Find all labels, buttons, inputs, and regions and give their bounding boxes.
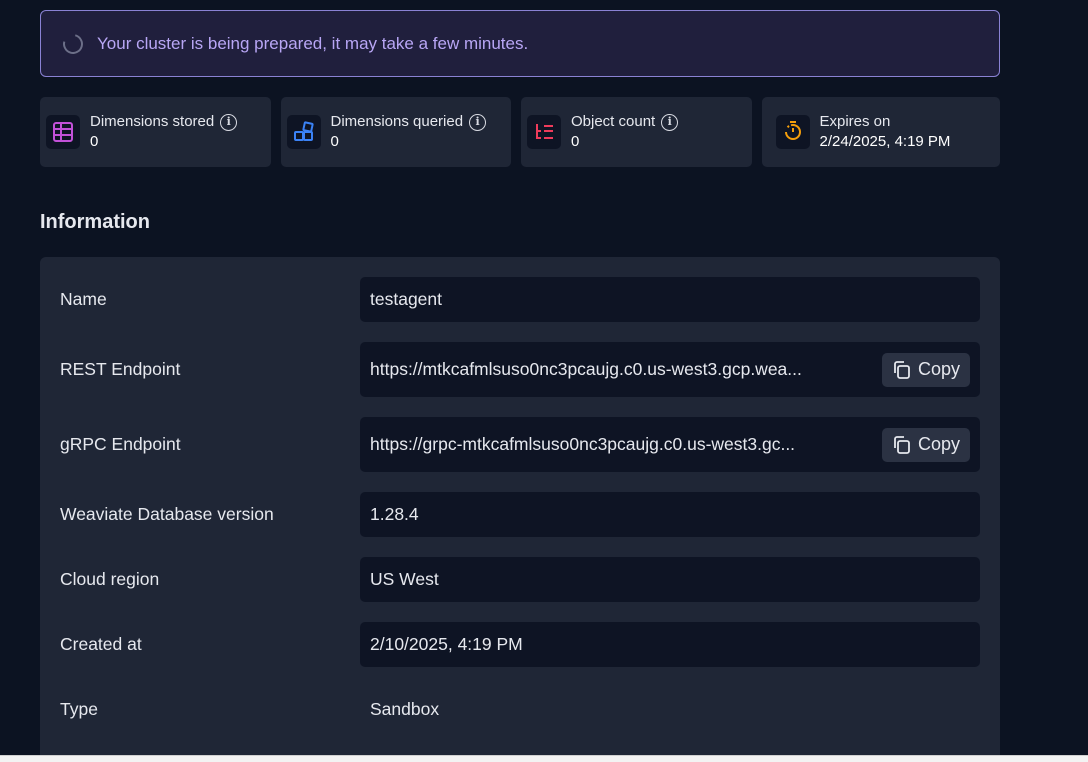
copy-grpc-endpoint-button[interactable]: Copy (881, 427, 970, 462)
stat-label: Expires on (819, 113, 891, 130)
value-text: testagent (370, 289, 442, 309)
row-value: https://grpc-mtkcafmlsuso0nc3pcaujg.c0.u… (360, 417, 980, 472)
row-value: US West (360, 557, 980, 602)
info-row-name: Name testagent (40, 277, 1000, 322)
copy-rest-endpoint-button[interactable]: Copy (881, 352, 970, 387)
stat-dimensions-queried: Dimensions queried i 0 (280, 97, 511, 167)
row-label: Created at (60, 634, 142, 654)
row-label: REST Endpoint (60, 359, 181, 379)
value-text: https://grpc-mtkcafmlsuso0nc3pcaujg.c0.u… (370, 434, 796, 454)
row-label: Name (60, 289, 107, 309)
row-label: Type (60, 699, 98, 719)
row-label: Cloud region (60, 569, 160, 589)
copy-label: Copy (917, 359, 960, 379)
row-value: testagent (360, 277, 980, 322)
information-panel: Name testagent REST Endpoint https://mtk… (40, 257, 1000, 762)
stat-value: 0 (90, 133, 99, 150)
info-row-database-version: Weaviate Database version 1.28.4 (40, 492, 1000, 537)
stat-dimensions-stored: Dimensions stored i 0 (40, 97, 271, 167)
spinner-icon (59, 29, 87, 58)
value-text: https://mtkcafmlsuso0nc3pcaujg.c0.us-wes… (370, 359, 802, 379)
blocks-icon (286, 115, 321, 149)
row-value: Sandbox (360, 687, 980, 732)
info-row-created-at: Created at 2/10/2025, 4:19 PM (40, 622, 1000, 667)
banner-message: Your cluster is being prepared, it may t… (97, 33, 529, 53)
copy-label: Copy (917, 434, 960, 454)
copy-icon (894, 435, 910, 454)
info-icon[interactable]: i (661, 113, 679, 131)
value-text: US West (370, 569, 439, 589)
value-text: 1.28.4 (370, 504, 419, 524)
stat-expires-on: Expires on 2/24/2025, 4:19 PM (761, 97, 1000, 167)
row-label: gRPC Endpoint (60, 434, 181, 454)
stat-label: Dimensions stored (90, 113, 215, 130)
row-label: Weaviate Database version (60, 504, 274, 524)
stats-row: Dimensions stored i 0 Dimensions queried i… (40, 97, 1000, 167)
info-row-type: Type Sandbox (40, 687, 1000, 732)
stat-value: 2/24/2025, 4:19 PM (819, 133, 951, 150)
grid-table-icon (46, 115, 80, 149)
row-value: 1.28.4 (360, 492, 980, 537)
cluster-status-banner: Your cluster is being prepared, it may t… (40, 10, 1000, 77)
info-icon[interactable]: i (469, 113, 487, 131)
stat-label: Dimensions queried (330, 113, 464, 130)
value-text: Sandbox (370, 699, 440, 719)
info-row-cloud-region: Cloud region US West (40, 557, 1000, 602)
info-row-grpc-endpoint: gRPC Endpoint https://grpc-mtkcafmlsuso0… (40, 417, 1000, 472)
info-icon[interactable]: i (220, 113, 238, 131)
section-title: Information (40, 211, 150, 233)
stat-value: 0 (571, 133, 580, 150)
stat-value: 0 (330, 133, 339, 150)
window-bottom-edge (0, 755, 1088, 762)
timer-icon (775, 115, 810, 149)
row-value: 2/10/2025, 4:19 PM (360, 622, 980, 667)
list-tree-icon (527, 115, 561, 149)
copy-icon (894, 360, 910, 379)
value-text: 2/10/2025, 4:19 PM (370, 634, 523, 654)
stat-object-count: Object count i 0 (521, 97, 752, 167)
stat-label: Object count (571, 113, 656, 130)
row-value: https://mtkcafmlsuso0nc3pcaujg.c0.us-wes… (360, 342, 980, 397)
info-row-rest-endpoint: REST Endpoint https://mtkcafmlsuso0nc3pc… (40, 342, 1000, 397)
